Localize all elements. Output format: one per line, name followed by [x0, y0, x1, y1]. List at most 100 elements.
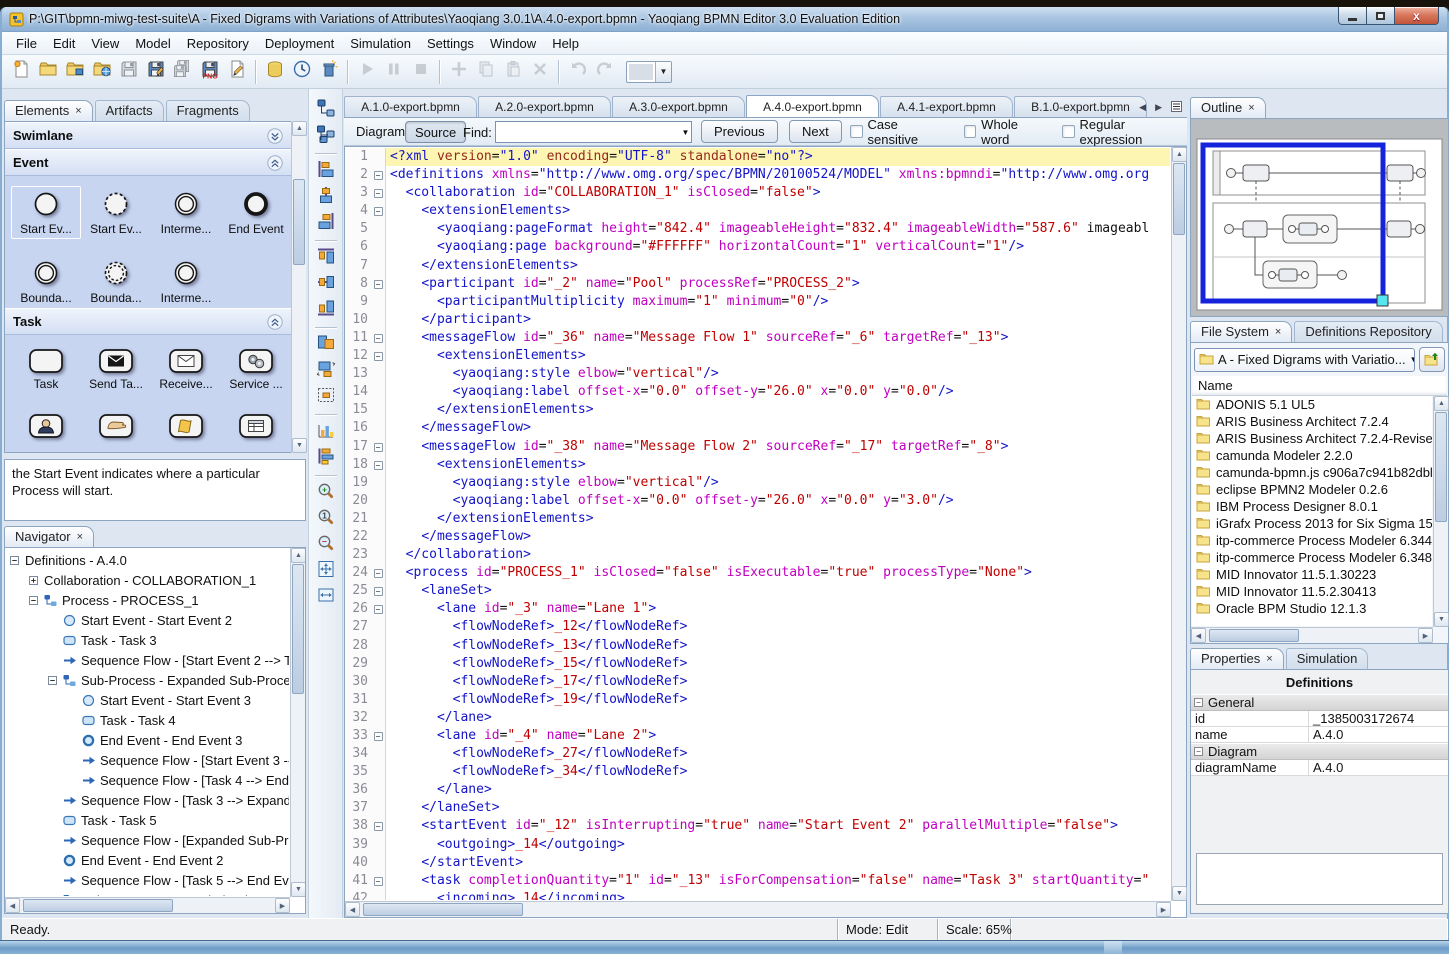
document-tab[interactable]: A.2.0-export.bpmn	[478, 96, 611, 117]
menu-file[interactable]: File	[8, 33, 45, 54]
source-code-text[interactable]: <extensionElements>	[386, 456, 1170, 474]
source-line[interactable]: 11− <messageFlow id="_36" name="Message …	[345, 329, 1170, 347]
source-code-text[interactable]: </lane>	[386, 781, 1170, 799]
file-list-item[interactable]: itp-commerce Process Modeler 6.3488	[1192, 549, 1432, 566]
source-code-text[interactable]: <laneSet>	[386, 582, 1170, 600]
menu-view[interactable]: View	[83, 33, 127, 54]
scrollbar-thumb[interactable]	[1435, 412, 1447, 522]
scrollbar-thumb[interactable]	[1173, 163, 1185, 235]
scrollbar-thumb[interactable]	[23, 899, 173, 912]
source-line[interactable]: 13 <yaoqiang:style elbow="vertical"/>	[345, 365, 1170, 383]
source-line[interactable]: 19 <yaoqiang:style elbow="vertical"/>	[345, 474, 1170, 492]
properties-tab-simulation[interactable]: Simulation	[1286, 648, 1369, 669]
delete-button[interactable]	[526, 58, 553, 85]
source-code-text[interactable]: </messageFlow>	[386, 528, 1170, 546]
fit-page-button[interactable]	[313, 558, 339, 584]
source-line[interactable]: 33− <lane id="_4" name="Lane 2">	[345, 727, 1170, 745]
source-line[interactable]: 5 <yaoqiang:pageFormat height="842.4" im…	[345, 220, 1170, 238]
fold-icon[interactable]: −	[371, 166, 386, 184]
filesystem-tab-definitions-repository[interactable]: Definitions Repository	[1294, 321, 1442, 342]
file-list-item[interactable]: iGrafx Process 2013 for Six Sigma 15.0	[1192, 515, 1432, 532]
menu-window[interactable]: Window	[482, 33, 544, 54]
source-code-text[interactable]: <yaoqiang:pageFormat height="842.4" imag…	[386, 220, 1170, 238]
collapse-chevron-icon[interactable]	[267, 314, 283, 330]
menu-help[interactable]: Help	[544, 33, 587, 54]
scrollbar-thumb[interactable]	[292, 564, 304, 694]
source-code-text[interactable]: <startEvent id="_12" isInterrupting="tru…	[386, 817, 1170, 835]
windows-taskbar[interactable]	[0, 940, 1449, 954]
tree-item[interactable]: Sequence Flow - [Task 5 --> End Eve	[6, 870, 289, 890]
filesystem-tab-file-system[interactable]: File System×	[1190, 321, 1292, 342]
source-line[interactable]: 4− <extensionElements>	[345, 202, 1170, 220]
outline-view[interactable]	[1190, 118, 1449, 317]
scroll-up-icon[interactable]: ▲	[291, 548, 306, 563]
palette-item-end-event[interactable]: End Event	[221, 186, 291, 239]
source-line[interactable]: 16 </messageFlow>	[345, 419, 1170, 437]
close-button[interactable]: x	[1394, 7, 1439, 25]
source-code-text[interactable]: <yaoqiang:style elbow="vertical"/>	[386, 474, 1170, 492]
source-line[interactable]: 6 <yaoqiang:page background="#FFFFFF" ho…	[345, 238, 1170, 256]
scroll-down-icon[interactable]: ▼	[1434, 612, 1449, 627]
palette-tab-artifacts[interactable]: Artifacts	[95, 100, 164, 121]
tree-item[interactable]: Sequence Flow - [Start Event 2 --> Ta	[6, 650, 289, 670]
page-setup-button[interactable]	[223, 58, 250, 85]
source-code-text[interactable]: </lane>	[386, 709, 1170, 727]
chevron-down-icon[interactable]: ▼	[655, 62, 671, 82]
palette-item-intermediate-event[interactable]: Interme...	[151, 186, 221, 239]
tree-item[interactable]: Sequence Flow - [Expanded Sub-Pro	[6, 830, 289, 850]
source-code-text[interactable]: <messageFlow id="_36" name="Message Flow…	[386, 329, 1170, 347]
palette-item-user-task[interactable]	[11, 410, 81, 445]
tree-item[interactable]: Sequence Flow - [Start Event 3 --	[6, 750, 289, 770]
collapse-chevron-icon[interactable]	[267, 155, 283, 171]
property-group-diagram[interactable]: −Diagram	[1191, 743, 1448, 760]
source-code-text[interactable]: <extensionElements>	[386, 347, 1170, 365]
file-list-item[interactable]: Oracle BPM Studio 12.1.3	[1192, 600, 1432, 617]
scrollbar-thumb[interactable]	[1209, 629, 1299, 642]
fold-icon[interactable]: −	[371, 600, 386, 618]
checkbox-whole-word[interactable]: Whole word	[964, 117, 1047, 147]
view-diagram-button[interactable]: Diagram	[356, 124, 405, 139]
fold-icon[interactable]: −	[371, 582, 386, 600]
open-button[interactable]	[34, 58, 61, 85]
source-line[interactable]: 32 </lane>	[345, 709, 1170, 727]
checkbox-box[interactable]	[1062, 125, 1075, 138]
source-line[interactable]: 40 </startEvent>	[345, 854, 1170, 872]
fold-icon[interactable]: −	[371, 817, 386, 835]
folder-combobox[interactable]: A - Fixed Digrams with Variatio... ▼	[1194, 348, 1415, 372]
scroll-left-icon[interactable]: ◀	[345, 902, 360, 917]
palette-item-manual-task[interactable]	[81, 410, 151, 445]
palette-item-send-task[interactable]: Send Ta...	[81, 345, 151, 394]
file-list-item[interactable]: camunda Modeler 2.2.0	[1192, 447, 1432, 464]
source-code-text[interactable]: <yaoqiang:page background="#FFFFFF" hori…	[386, 238, 1170, 256]
source-line[interactable]: 39 <outgoing>_14</outgoing>	[345, 836, 1170, 854]
previous-button[interactable]: Previous	[701, 120, 778, 143]
palette-section-swimlane[interactable]: Swimlane	[5, 122, 305, 149]
fold-icon[interactable]: −	[371, 727, 386, 745]
source-line[interactable]: 1<?xml version="1.0" encoding="UTF-8" st…	[345, 148, 1170, 166]
property-value[interactable]: A.4.0	[1309, 760, 1448, 775]
expand-icon[interactable]	[29, 576, 40, 585]
palette-tab-fragments[interactable]: Fragments	[166, 100, 250, 121]
palette-section-event[interactable]: Event	[5, 149, 305, 176]
tree-item[interactable]: Sub-Process - Expanded Sub-Proc	[6, 890, 289, 896]
source-code-text[interactable]: <extensionElements>	[386, 202, 1170, 220]
source-line[interactable]: 42 <incoming>_14</incoming>	[345, 890, 1170, 900]
palette-item-boundary-event-dashed[interactable]: Bounda...	[81, 255, 151, 308]
tree-item[interactable]: Start Event - Start Event 3	[6, 690, 289, 710]
palette-section-task[interactable]: Task	[5, 308, 305, 335]
source-code-text[interactable]: <yaoqiang:style elbow="vertical"/>	[386, 365, 1170, 383]
align-middle-button[interactable]	[313, 271, 339, 297]
close-tab-icon[interactable]: ×	[77, 532, 83, 542]
source-line[interactable]: 17− <messageFlow id="_38" name="Message …	[345, 438, 1170, 456]
scroll-tabs-right-icon[interactable]: ▶	[1152, 100, 1165, 115]
tree-item[interactable]: Start Event - Start Event 2	[6, 610, 289, 630]
menu-settings[interactable]: Settings	[419, 33, 482, 54]
menu-repository[interactable]: Repository	[179, 33, 257, 54]
file-list-item[interactable]: ARIS Business Architect 7.2.4-Revised	[1192, 430, 1432, 447]
pause-button[interactable]	[380, 58, 407, 85]
scroll-left-icon[interactable]: ◀	[5, 898, 20, 913]
zoom-original-button[interactable]: 1	[313, 506, 339, 532]
chart-button[interactable]	[313, 419, 339, 445]
tree-item[interactable]: Task - Task 3	[6, 630, 289, 650]
scroll-down-icon[interactable]: ▼	[1172, 886, 1187, 901]
